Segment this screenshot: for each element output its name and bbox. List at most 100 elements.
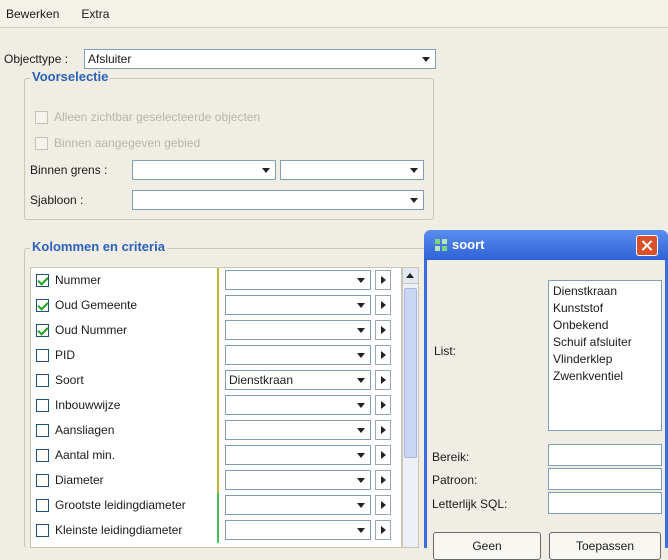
criteria-select[interactable] (225, 470, 371, 490)
binnen-grens-label: Binnen grens : (30, 163, 108, 177)
play-icon[interactable] (375, 470, 391, 490)
criteria-marker (217, 518, 219, 543)
scroll-up-icon[interactable] (403, 268, 418, 284)
column-name: Soort (55, 373, 84, 387)
play-icon[interactable] (375, 395, 391, 415)
criteria-select[interactable] (225, 345, 371, 365)
list-item[interactable]: Dienstkraan (553, 283, 661, 300)
bereik-input[interactable] (548, 444, 662, 466)
column-checkbox[interactable] (36, 374, 49, 387)
chevron-down-icon (356, 521, 366, 539)
column-checkbox[interactable] (36, 499, 49, 512)
chevron-down-icon (356, 371, 366, 389)
criteria-marker (217, 418, 219, 443)
list-item[interactable]: Onbekend (553, 317, 661, 334)
chevron-down-icon (356, 471, 366, 489)
criteria-marker (217, 343, 219, 368)
sjabloon-select[interactable] (132, 190, 424, 210)
list-item[interactable]: Schuif afsluiter (553, 334, 661, 351)
popup-body: List: Dienstkraan Kunststof Onbekend Schuif… (427, 260, 665, 560)
column-checkbox[interactable] (36, 449, 49, 462)
criteria-scrollbar[interactable] (402, 267, 419, 548)
criteria-marker (217, 493, 219, 518)
criteria-select[interactable] (225, 395, 371, 415)
column-checkbox[interactable] (36, 324, 49, 337)
soort-popup: soort List: Dienstkraan Kunststof Onbekend… (424, 230, 668, 560)
list-item[interactable]: Zwenkventiel (553, 368, 661, 385)
chevron-down-icon (409, 161, 419, 179)
objecttype-value: Afsluiter (88, 52, 132, 66)
criteria-marker (217, 468, 219, 493)
column-name: Oud Gemeente (55, 298, 138, 312)
chevron-down-icon (356, 496, 366, 514)
criteria-select[interactable] (225, 520, 371, 540)
criteria-row: Diameter (31, 468, 401, 493)
criteria-select[interactable]: Dienstkraan (225, 370, 371, 390)
within-area-checkbox[interactable] (35, 137, 48, 150)
column-checkbox[interactable] (36, 274, 49, 287)
play-icon[interactable] (375, 295, 391, 315)
play-icon[interactable] (375, 270, 391, 290)
play-icon[interactable] (375, 445, 391, 465)
column-checkbox[interactable] (36, 524, 49, 537)
column-name: Nummer (55, 273, 102, 287)
patroon-label: Patroon: (432, 473, 478, 487)
criteria-select[interactable] (225, 495, 371, 515)
chevron-down-icon (356, 346, 366, 364)
play-icon[interactable] (375, 370, 391, 390)
criteria-select[interactable] (225, 270, 371, 290)
column-checkbox[interactable] (36, 349, 49, 362)
criteria-row: Kleinste leidingdiameter (31, 518, 401, 543)
chevron-down-icon (356, 396, 366, 414)
list-label: List: (434, 344, 457, 358)
criteria-row: Grootste leidingdiameter (31, 493, 401, 518)
play-icon[interactable] (375, 520, 391, 540)
criteria-select[interactable] (225, 295, 371, 315)
chevron-down-icon (421, 50, 431, 68)
play-icon[interactable] (375, 345, 391, 365)
puzzle-icon (435, 239, 447, 251)
column-name: Oud Nummer (55, 323, 128, 337)
visible-only-checkbox[interactable] (35, 111, 48, 124)
kolommen-title: Kolommen en criteria (30, 239, 167, 254)
criteria-row: Oud Gemeente (31, 293, 401, 318)
chevron-down-icon (261, 161, 271, 179)
column-checkbox[interactable] (36, 299, 49, 312)
criteria-marker (217, 318, 219, 343)
bereik-label: Bereik: (432, 450, 470, 464)
play-icon[interactable] (375, 320, 391, 340)
menu-bewerken[interactable]: Bewerken (6, 7, 59, 21)
chevron-down-icon (356, 446, 366, 464)
list-item[interactable]: Vlinderklep (553, 351, 661, 368)
criteria-row: Aantal min. (31, 443, 401, 468)
criteria-select[interactable] (225, 320, 371, 340)
popup-titlebar[interactable]: soort (424, 230, 668, 260)
sjabloon-label: Sjabloon : (30, 193, 84, 207)
criteria-marker (217, 368, 219, 393)
list-item[interactable]: Kunststof (553, 300, 661, 317)
criteria-select[interactable] (225, 445, 371, 465)
visible-only-label: Alleen zichtbar geselecteerde objecten (54, 110, 261, 124)
close-icon[interactable] (636, 235, 658, 256)
toepassen-button[interactable]: Toepassen (549, 532, 661, 560)
binnen-grens-select-2[interactable] (280, 160, 424, 180)
criteria-row: Aansliagen (31, 418, 401, 443)
column-name: Aansliagen (55, 423, 115, 437)
play-icon[interactable] (375, 495, 391, 515)
chevron-down-icon (356, 421, 366, 439)
binnen-grens-select[interactable] (132, 160, 276, 180)
geen-button[interactable]: Geen (433, 532, 541, 560)
column-checkbox[interactable] (36, 424, 49, 437)
objecttype-select[interactable]: Afsluiter (84, 49, 436, 69)
patroon-input[interactable] (548, 468, 662, 490)
column-checkbox[interactable] (36, 399, 49, 412)
sql-input[interactable] (548, 492, 662, 514)
chevron-down-icon (356, 321, 366, 339)
column-checkbox[interactable] (36, 474, 49, 487)
play-icon[interactable] (375, 420, 391, 440)
criteria-value: Dienstkraan (229, 373, 294, 387)
criteria-select[interactable] (225, 420, 371, 440)
scroll-thumb[interactable] (404, 288, 417, 458)
menu-extra[interactable]: Extra (81, 7, 109, 21)
soort-listbox[interactable]: Dienstkraan Kunststof Onbekend Schuif afslu… (548, 280, 662, 431)
